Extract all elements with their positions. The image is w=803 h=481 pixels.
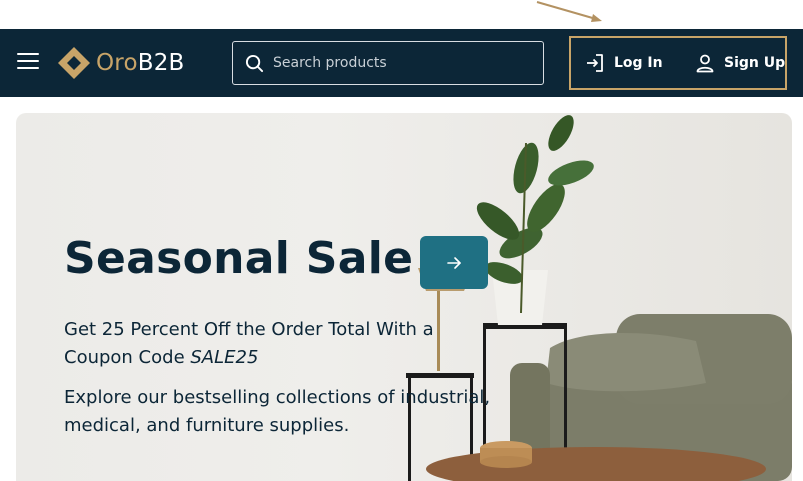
logo-icon [58, 47, 90, 79]
hero-banner: Seasonal Sale Get 25 Percent Off the Ord… [16, 113, 792, 481]
menu-icon[interactable] [17, 53, 39, 73]
auth-actions: Log In Sign Up [569, 36, 787, 90]
signup-button[interactable]: Sign Up [695, 38, 785, 88]
site-logo[interactable]: OroB2B [57, 46, 185, 80]
hero-title: Seasonal Sale [64, 233, 414, 284]
hero-description: Explore our bestselling collections of i… [64, 387, 491, 436]
logo-text: OroB2B [96, 50, 185, 76]
hero-cta-button[interactable] [420, 236, 488, 289]
coupon-code: SALE25 [190, 347, 259, 368]
signup-label: Sign Up [724, 55, 786, 71]
site-header: OroB2B Log In Sign Up [0, 29, 803, 97]
search-bar [232, 41, 544, 85]
login-icon [587, 54, 603, 72]
search-icon[interactable] [245, 54, 264, 73]
logo-text-prefix: Oro [96, 50, 138, 76]
annotation-arrow [536, 1, 602, 22]
user-icon [696, 54, 714, 73]
hero-offer-text: Get 25 Percent Off the Order Total With … [64, 316, 494, 372]
login-button[interactable]: Log In [585, 38, 663, 88]
login-label: Log In [614, 55, 663, 71]
arrow-right-icon [447, 256, 461, 269]
search-input[interactable] [273, 55, 533, 71]
logo-text-suffix: B2B [137, 50, 185, 76]
